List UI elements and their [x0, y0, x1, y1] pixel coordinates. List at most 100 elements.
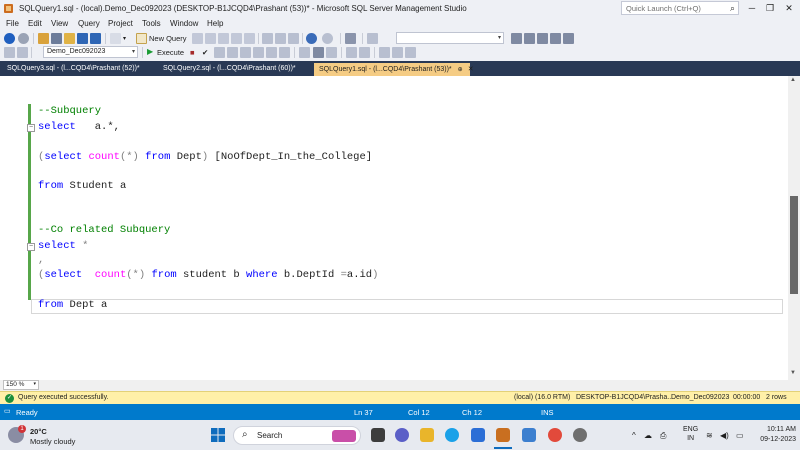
printer-icon[interactable]: ⎙	[660, 431, 666, 441]
chrome-icon[interactable]	[548, 428, 562, 442]
scrollbar-thumb[interactable]	[790, 196, 798, 294]
back-icon[interactable]	[4, 33, 15, 44]
teams-icon[interactable]	[395, 428, 409, 442]
connect-icon[interactable]	[4, 47, 15, 58]
solution-explorer-icon[interactable]	[511, 33, 522, 44]
keyword: from	[145, 151, 171, 163]
estimated-plan-icon[interactable]	[214, 47, 225, 58]
onedrive-icon[interactable]: ☁	[644, 431, 652, 440]
show-hidden-icons[interactable]: ^	[632, 431, 636, 440]
scroll-down-icon[interactable]: ▼	[790, 370, 796, 376]
task-view-icon[interactable]	[371, 428, 385, 442]
mdx-query-icon[interactable]	[205, 33, 216, 44]
window-title: SQLQuery1.sql - (local).Demo_Dec092023 (…	[19, 4, 467, 13]
xmla-query-icon[interactable]	[231, 33, 242, 44]
toolbar-options-icon[interactable]	[563, 33, 574, 44]
cut-icon[interactable]	[262, 33, 273, 44]
zoom-select[interactable]: 150 % ▾	[3, 380, 39, 390]
intellisense-icon[interactable]	[240, 47, 251, 58]
system-clock[interactable]: 10:11 AM 09-12-2023	[748, 425, 796, 445]
uncomment-icon[interactable]	[359, 47, 370, 58]
redo-icon[interactable]	[322, 33, 333, 44]
collapse-icon[interactable]: −	[27, 243, 35, 251]
results-to-grid-icon[interactable]	[313, 47, 324, 58]
debug-icon[interactable]	[345, 33, 356, 44]
properties-icon[interactable]	[524, 33, 535, 44]
minimize-button[interactable]: ─	[742, 2, 762, 15]
collapse-icon[interactable]: −	[27, 124, 35, 132]
forward-icon[interactable]	[18, 33, 29, 44]
results-to-file-icon[interactable]	[326, 47, 337, 58]
debug-query-icon[interactable]: ■	[190, 48, 195, 57]
database-query-icon[interactable]	[192, 33, 203, 44]
edge-icon[interactable]	[445, 428, 459, 442]
new-query-doc-icon[interactable]	[136, 33, 147, 44]
menu-query[interactable]: Query	[78, 19, 100, 28]
tab-sqlquery3[interactable]: SQLQuery3.sql - (l...CQD4\Prashant (52))…	[2, 63, 145, 76]
menu-window[interactable]: Window	[170, 19, 198, 28]
query-editor[interactable]: − − --Subquery select a.*, (select count…	[0, 76, 788, 380]
wifi-icon[interactable]: ≋	[706, 431, 713, 440]
find-combo[interactable]: ▾	[396, 32, 504, 44]
find-icon[interactable]	[367, 33, 378, 44]
results-to-text-icon[interactable]	[299, 47, 310, 58]
quick-launch-input[interactable]: Quick Launch (Ctrl+Q) ⌕	[621, 1, 739, 15]
undo-icon[interactable]	[306, 33, 317, 44]
maximize-button[interactable]: ❐	[760, 2, 780, 15]
increase-indent-icon[interactable]	[392, 47, 403, 58]
specify-values-icon[interactable]	[405, 47, 416, 58]
live-stats-icon[interactable]	[266, 47, 277, 58]
paste-icon[interactable]	[288, 33, 299, 44]
open-file-icon[interactable]	[64, 33, 75, 44]
menu-tools[interactable]: Tools	[142, 19, 161, 28]
new-query-icon[interactable]	[110, 33, 121, 44]
volume-icon[interactable]: ◀)	[720, 431, 729, 440]
change-connection-icon[interactable]	[17, 47, 28, 58]
language-indicator[interactable]: ENG IN	[683, 425, 698, 443]
ssms-taskbar-icon[interactable]	[496, 428, 510, 442]
comment-icon[interactable]	[346, 47, 357, 58]
menu-edit[interactable]: Edit	[28, 19, 42, 28]
decrease-indent-icon[interactable]	[379, 47, 390, 58]
registered-servers-icon[interactable]	[550, 33, 561, 44]
code-text: a.*,	[75, 121, 120, 133]
vertical-scrollbar[interactable]: ▲ ▼	[788, 76, 800, 380]
toolbox-icon[interactable]	[537, 33, 548, 44]
menu-view[interactable]: View	[51, 19, 68, 28]
battery-icon[interactable]: ▭	[736, 431, 744, 440]
parse-icon[interactable]: ✔	[202, 48, 208, 57]
editor-bottom-bar: 150 % ▾	[0, 380, 800, 391]
new-file-icon[interactable]	[51, 33, 62, 44]
new-project-icon[interactable]	[38, 33, 49, 44]
database-select[interactable]: Demo_Dec092023 ▾	[43, 46, 138, 58]
copy-icon[interactable]	[275, 33, 286, 44]
actual-plan-icon[interactable]	[253, 47, 264, 58]
execute-icon[interactable]: ▶	[147, 47, 153, 56]
status-ready: Ready	[16, 408, 38, 417]
weather-temp: 20°C	[30, 427, 47, 436]
connected-user: DESKTOP-B1JCQD4\Prasha...	[576, 394, 674, 401]
store-icon[interactable]	[471, 428, 485, 442]
save-all-icon[interactable]	[90, 33, 101, 44]
query-options-icon[interactable]	[227, 47, 238, 58]
close-tab-icon[interactable]: ✕	[468, 66, 474, 73]
notepad-icon[interactable]	[522, 428, 536, 442]
taskbar-search[interactable]: ⌕ Search	[233, 426, 361, 445]
new-query-button[interactable]: New Query	[149, 34, 187, 43]
tab-sqlquery1[interactable]: SQLQuery1.sql - (l...CQD4\Prashant (53))…	[314, 63, 474, 76]
file-explorer-icon[interactable]	[420, 428, 434, 442]
scroll-up-icon[interactable]: ▲	[790, 77, 796, 83]
close-button[interactable]: ✕	[779, 2, 799, 15]
analysis-query-icon[interactable]	[244, 33, 255, 44]
menu-help[interactable]: Help	[207, 19, 223, 28]
dmx-query-icon[interactable]	[218, 33, 229, 44]
settings-icon[interactable]	[573, 428, 587, 442]
menu-file[interactable]: File	[6, 19, 19, 28]
pin-icon[interactable]: ⊕	[458, 67, 463, 73]
execute-button[interactable]: Execute	[157, 48, 184, 57]
menu-project[interactable]: Project	[108, 19, 133, 28]
windows-start-icon[interactable]	[211, 428, 225, 442]
client-stats-icon[interactable]	[279, 47, 290, 58]
tab-sqlquery2[interactable]: SQLQuery2.sql - (l...CQD4\Prashant (60))…	[158, 63, 301, 76]
save-icon[interactable]	[77, 33, 88, 44]
